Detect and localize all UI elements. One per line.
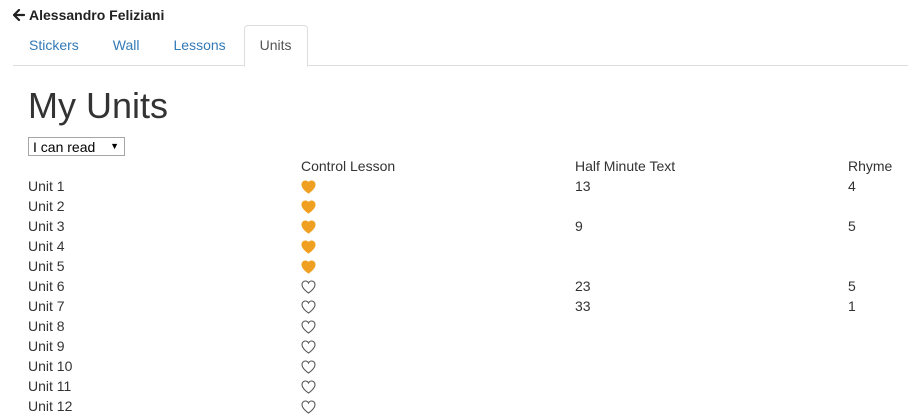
heart-filled-icon: [301, 179, 316, 194]
unit-name[interactable]: Unit 5: [28, 256, 65, 276]
table-row: Unit 5: [0, 256, 908, 276]
table-row: Unit 3 9 5: [0, 216, 908, 236]
page-title: My Units: [28, 85, 169, 126]
heart-outline-icon: [301, 339, 316, 354]
unit-filter-select[interactable]: I can read ▼: [28, 137, 125, 156]
heart-filled-icon: [301, 259, 316, 274]
unit-name[interactable]: Unit 12: [28, 396, 72, 416]
unit-name[interactable]: Unit 1: [28, 176, 65, 196]
half-minute-text-value: 33: [575, 298, 591, 314]
heart-outline-icon: [301, 319, 316, 334]
tab-lessons[interactable]: Lessons: [158, 25, 242, 66]
unit-name[interactable]: Unit 10: [28, 356, 72, 376]
table-row: Unit 1 13 4: [0, 176, 908, 196]
table-row: Unit 2: [0, 196, 908, 216]
unit-name[interactable]: Unit 6: [28, 276, 65, 296]
user-name: Alessandro Feliziani: [29, 7, 165, 23]
dropdown-arrow-icon: ▼: [110, 141, 119, 151]
half-minute-text-value: 13: [575, 178, 591, 194]
unit-name[interactable]: Unit 4: [28, 236, 65, 256]
table-row: Unit 7 33 1: [0, 296, 908, 316]
unit-name[interactable]: Unit 11: [28, 376, 71, 396]
table-row: Unit 6 23 5: [0, 276, 908, 296]
table-row: Unit 11: [0, 376, 908, 396]
rhyme-value: 5: [848, 278, 856, 294]
table-row: Unit 8: [0, 316, 908, 336]
table-row: Unit 10: [0, 356, 908, 376]
heart-outline-icon: [301, 359, 316, 374]
back-link[interactable]: Alessandro Feliziani: [13, 7, 164, 23]
heart-outline-icon: [301, 299, 316, 314]
column-header-rhyme: Rhyme: [848, 158, 893, 174]
column-header-half-minute-text: Half Minute Text: [575, 158, 676, 174]
tab-units[interactable]: Units: [243, 25, 308, 67]
table-row: Unit 12: [0, 396, 908, 416]
unit-name[interactable]: Unit 8: [28, 316, 65, 336]
table-row: Unit 4: [0, 236, 908, 256]
rhyme-value: 5: [848, 218, 856, 234]
half-minute-text-value: 23: [575, 278, 591, 294]
tab-bar: Stickers Wall Lessons Units: [13, 25, 908, 67]
unit-name[interactable]: Unit 3: [28, 216, 65, 236]
unit-name[interactable]: Unit 2: [28, 196, 65, 216]
unit-filter-value: I can read: [33, 138, 96, 155]
unit-name[interactable]: Unit 7: [28, 296, 65, 316]
rhyme-value: 4: [848, 178, 856, 194]
heart-outline-icon: [301, 399, 316, 414]
heart-outline-icon: [301, 279, 316, 294]
rhyme-value: 1: [848, 298, 856, 314]
heart-filled-icon: [301, 239, 316, 254]
heart-filled-icon: [301, 199, 316, 214]
half-minute-text-value: 9: [575, 218, 583, 234]
column-header-control-lesson: Control Lesson: [301, 158, 396, 174]
table-row: Unit 9: [0, 336, 908, 356]
unit-name[interactable]: Unit 9: [28, 336, 65, 356]
heart-outline-icon: [301, 379, 316, 394]
arrow-left-icon: [13, 9, 25, 21]
tab-stickers[interactable]: Stickers: [13, 25, 95, 66]
heart-filled-icon: [301, 219, 316, 234]
tab-wall[interactable]: Wall: [97, 25, 156, 66]
